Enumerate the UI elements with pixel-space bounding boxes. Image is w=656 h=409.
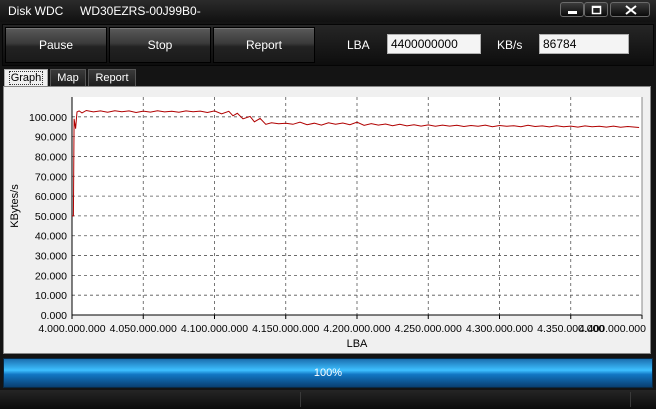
y-tick-label: 60.000 <box>35 191 67 203</box>
x-tick-label: 4.100.000.000 <box>181 323 248 335</box>
tab-report-label: Report <box>95 72 129 84</box>
y-tick-label: 70.000 <box>35 171 67 183</box>
y-axis-label: KBytes/s <box>9 184 21 228</box>
report-button[interactable]: Report <box>213 27 315 63</box>
stop-button[interactable]: Stop <box>109 27 211 63</box>
title-bar: Disk WDC WD30EZRS-00J99B0- <box>0 0 656 22</box>
x-tick-label: 4.400.000.000 <box>579 323 646 335</box>
y-tick-label: 90.000 <box>35 132 67 144</box>
lba-field[interactable]: 4400000000 <box>387 34 481 54</box>
y-tick-label: 50.000 <box>35 211 67 223</box>
y-tick-label: 30.000 <box>35 251 67 263</box>
tab-map-label: Map <box>57 72 79 84</box>
x-tick-label: 4.200.000.000 <box>323 323 390 335</box>
progress-bar: 100% <box>3 358 653 388</box>
x-tick-label: 4.000.000.000 <box>38 323 105 335</box>
y-tick-label: 0.000 <box>41 310 67 322</box>
x-tick-label: 4.050.000.000 <box>110 323 177 335</box>
y-tick-label: 10.000 <box>35 290 67 302</box>
window-title: Disk WDC WD30EZRS-00J99B0- <box>8 4 201 18</box>
status-bar <box>0 390 656 409</box>
status-separator <box>630 392 631 407</box>
y-tick-label: 20.000 <box>35 270 67 282</box>
y-tick-label: 100.000 <box>29 112 67 124</box>
close-icon <box>625 5 637 15</box>
y-tick-label: 80.000 <box>35 151 67 163</box>
status-separator <box>300 392 301 407</box>
pause-button[interactable]: Pause <box>5 27 107 63</box>
chart-panel: 0.000 10.000 20.000 30.000 40.000 50.000 60.00… <box>3 86 651 354</box>
tab-report[interactable]: Report <box>88 69 136 87</box>
x-tick-label: 4.300.000.000 <box>466 323 533 335</box>
minimize-icon <box>568 11 577 14</box>
x-axis-label: LBA <box>347 338 368 350</box>
progress-label: 100% <box>313 367 343 379</box>
tab-graph[interactable]: Graph <box>4 69 48 87</box>
tab-map[interactable]: Map <box>50 69 86 87</box>
minimize-button[interactable] <box>560 2 584 17</box>
x-tick-label: 4.250.000.000 <box>395 323 462 335</box>
maximize-button[interactable] <box>584 2 608 17</box>
x-tick-label: 4.150.000.000 <box>252 323 319 335</box>
close-button[interactable] <box>610 2 650 17</box>
maximize-icon <box>591 5 602 15</box>
lba-label: LBA <box>347 38 370 52</box>
y-tick-label: 40.000 <box>35 231 67 243</box>
kbs-field[interactable]: 86784 <box>539 34 629 54</box>
kbs-label: KB/s <box>497 38 523 52</box>
throughput-chart: 0.000 10.000 20.000 30.000 40.000 50.000 60.00… <box>9 97 646 350</box>
tab-graph-label: Graph <box>8 71 44 85</box>
toolbar: Pause Stop Report LBA 4400000000 KB/s 86… <box>2 24 654 66</box>
